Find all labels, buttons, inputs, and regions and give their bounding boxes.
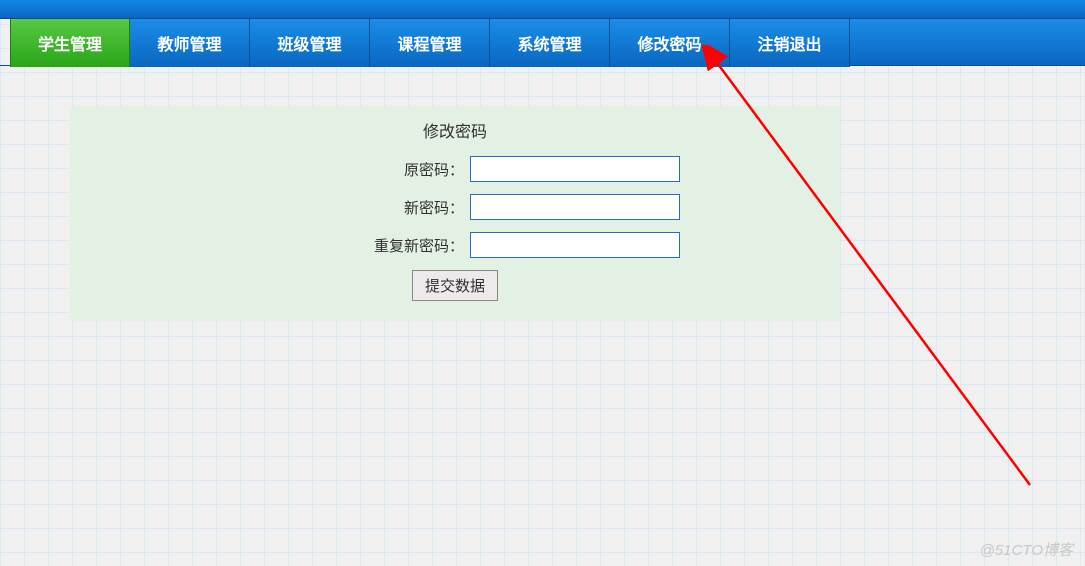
- repeat-password-label: 重复新密码：: [90, 235, 470, 256]
- main-nav: 学生管理 教师管理 班级管理 课程管理 系统管理 修改密码 注销退出: [0, 18, 1085, 66]
- submit-button[interactable]: 提交数据: [412, 270, 498, 301]
- new-password-input[interactable]: [470, 194, 680, 220]
- old-password-input[interactable]: [470, 156, 680, 182]
- nav-item-teacher-management[interactable]: 教师管理: [130, 19, 250, 67]
- panel-title: 修改密码: [90, 118, 820, 142]
- watermark-text: @51CTO博客: [980, 539, 1073, 560]
- form-row-new-password: 新密码：: [90, 194, 820, 220]
- nav-item-change-password[interactable]: 修改密码: [610, 19, 730, 67]
- new-password-label: 新密码：: [90, 197, 470, 218]
- nav-item-class-management[interactable]: 班级管理: [250, 19, 370, 67]
- nav-label: 教师管理: [157, 31, 221, 55]
- form-row-old-password: 原密码：: [90, 156, 820, 182]
- nav-label: 班级管理: [277, 31, 341, 55]
- nav-label: 注销退出: [757, 31, 821, 55]
- repeat-password-input[interactable]: [470, 232, 680, 258]
- nav-item-student-management[interactable]: 学生管理: [10, 19, 130, 67]
- header-gradient-bar: [0, 0, 1085, 18]
- nav-label: 课程管理: [397, 31, 461, 55]
- nav-label: 系统管理: [517, 31, 581, 55]
- content-area: 修改密码 原密码： 新密码： 重复新密码： 提交数据: [0, 66, 1085, 321]
- nav-item-logout[interactable]: 注销退出: [730, 19, 850, 67]
- nav-item-course-management[interactable]: 课程管理: [370, 19, 490, 67]
- old-password-label: 原密码：: [90, 159, 470, 180]
- nav-filler: [850, 19, 1085, 65]
- button-row: 提交数据: [90, 270, 820, 301]
- form-row-repeat-password: 重复新密码：: [90, 232, 820, 258]
- nav-label: 学生管理: [38, 31, 102, 55]
- change-password-panel: 修改密码 原密码： 新密码： 重复新密码： 提交数据: [70, 106, 840, 321]
- nav-label: 修改密码: [637, 31, 701, 55]
- nav-item-system-management[interactable]: 系统管理: [490, 19, 610, 67]
